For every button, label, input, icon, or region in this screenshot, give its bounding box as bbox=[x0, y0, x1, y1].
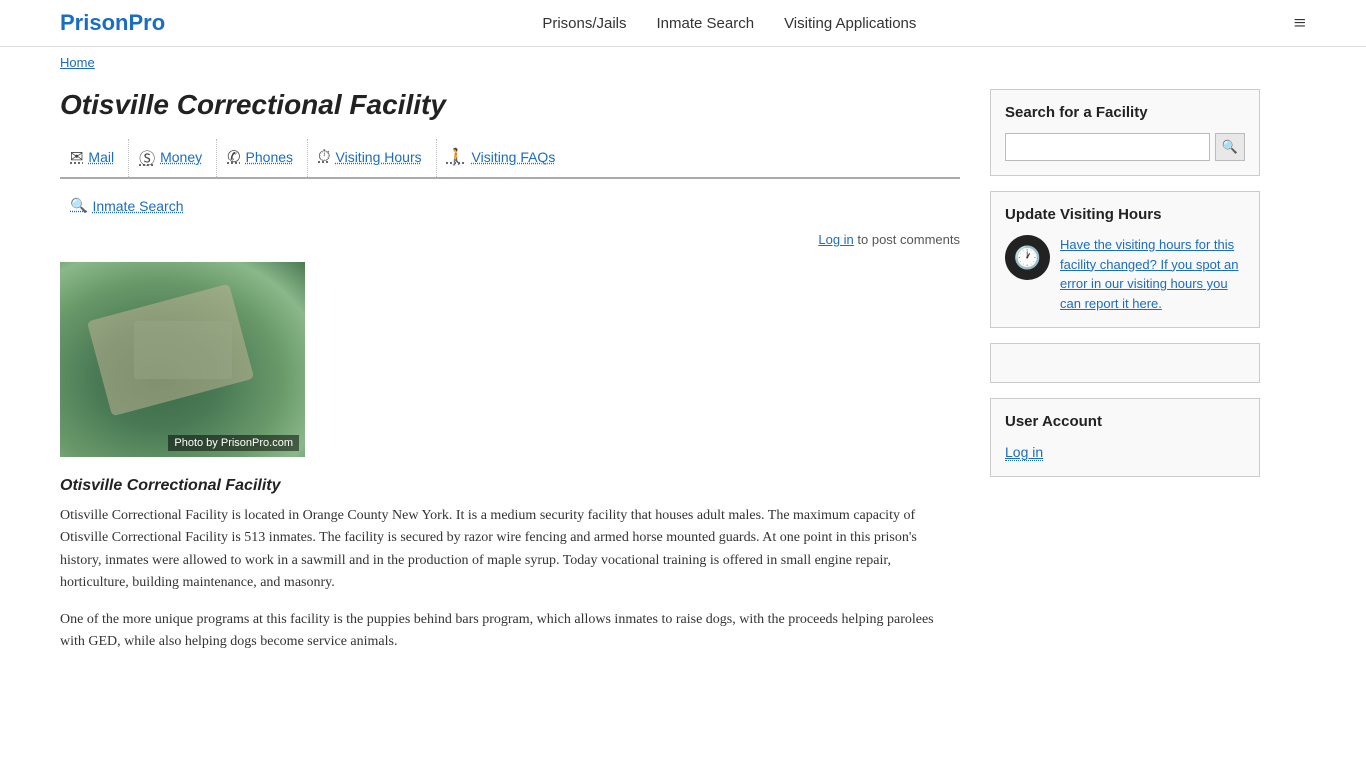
update-visiting-link[interactable]: Have the visiting hours for this facilit… bbox=[1060, 237, 1239, 311]
tab-mail[interactable]: ✉ Mail bbox=[60, 139, 129, 179]
update-visiting-text: Have the visiting hours for this facilit… bbox=[1060, 235, 1245, 313]
user-account-login-link[interactable]: Log in bbox=[1005, 444, 1043, 461]
user-account-title: User Account bbox=[1005, 413, 1245, 430]
clock-symbol: 🕐 bbox=[1014, 245, 1041, 271]
tab-phones-label: Phones bbox=[246, 149, 293, 165]
update-visiting-box: Update Visiting Hours 🕐 Have the visitin… bbox=[990, 191, 1260, 328]
update-clock-icon: 🕐 bbox=[1005, 235, 1050, 280]
description-paragraph-2: One of the more unique programs at this … bbox=[60, 609, 960, 654]
page-title: Otisville Correctional Facility bbox=[60, 89, 960, 121]
breadcrumb-home[interactable]: Home bbox=[60, 55, 95, 70]
tab-visiting-faqs-label: Visiting FAQs bbox=[472, 149, 556, 165]
user-account-box: User Account Log in bbox=[990, 398, 1260, 477]
tab-visiting-faqs[interactable]: 🚶 Visiting FAQs bbox=[437, 139, 570, 179]
facility-subtitle: Otisville Correctional Facility bbox=[60, 477, 960, 495]
tab-money[interactable]: Ⓢ Money bbox=[129, 139, 217, 179]
update-visiting-row: 🕐 Have the visiting hours for this facil… bbox=[1005, 235, 1245, 313]
tab-phones[interactable]: ✆ Phones bbox=[217, 139, 308, 179]
main-layout: Otisville Correctional Facility ✉ Mail Ⓢ… bbox=[0, 79, 1366, 687]
post-comments-login: Log in to post comments bbox=[60, 232, 960, 247]
inmate-search-tab-label: Inmate Search bbox=[92, 198, 183, 214]
login-link-inline[interactable]: Log in bbox=[818, 232, 853, 247]
content-area: Otisville Correctional Facility ✉ Mail Ⓢ… bbox=[60, 89, 960, 667]
sidebar-empty-box bbox=[990, 343, 1260, 383]
facility-image: Photo by PrisonPro.com bbox=[60, 262, 305, 457]
search-facility-input[interactable] bbox=[1005, 133, 1210, 161]
main-nav: Prisons/Jails Inmate Search Visiting App… bbox=[542, 15, 916, 32]
search-facility-title: Search for a Facility bbox=[1005, 104, 1245, 121]
tab-visiting-hours[interactable]: ⏱ Visiting Hours bbox=[308, 139, 437, 179]
description-paragraph-1: Otisville Correctional Facility is locat… bbox=[60, 505, 960, 595]
tab-mail-label: Mail bbox=[88, 149, 114, 165]
facility-description: Otisville Correctional Facility is locat… bbox=[60, 505, 960, 653]
tab-visiting-hours-label: Visiting Hours bbox=[336, 149, 422, 165]
photo-credit: Photo by PrisonPro.com bbox=[168, 435, 299, 451]
search-facility-row: 🔍 bbox=[1005, 133, 1245, 161]
header: PrisonPro Prisons/Jails Inmate Search Vi… bbox=[0, 0, 1366, 47]
clock-icon: ⏱ bbox=[318, 148, 330, 166]
mail-icon: ✉ bbox=[70, 147, 83, 167]
tab-money-label: Money bbox=[160, 149, 202, 165]
search-icon: 🔍 bbox=[1222, 139, 1238, 155]
logo[interactable]: PrisonPro bbox=[60, 10, 165, 36]
breadcrumb: Home bbox=[0, 47, 1366, 79]
search-facility-button[interactable]: 🔍 bbox=[1215, 133, 1245, 161]
post-comments-suffix: to post comments bbox=[854, 232, 960, 247]
update-visiting-title: Update Visiting Hours bbox=[1005, 206, 1245, 223]
aerial-photo bbox=[60, 262, 305, 457]
phone-icon: ✆ bbox=[227, 147, 240, 167]
hamburger-menu-icon[interactable]: ≡ bbox=[1294, 10, 1306, 36]
money-icon: Ⓢ bbox=[139, 145, 155, 169]
nav-visiting-applications[interactable]: Visiting Applications bbox=[784, 15, 916, 32]
walking-person-icon: 🚶 bbox=[447, 147, 467, 167]
inmate-search-tab[interactable]: 🔍 Inmate Search bbox=[60, 189, 960, 224]
search-facility-box: Search for a Facility 🔍 bbox=[990, 89, 1260, 176]
inmate-search-tab-icon: 🔍 bbox=[70, 197, 87, 214]
nav-prisons-jails[interactable]: Prisons/Jails bbox=[542, 15, 626, 32]
nav-inmate-search[interactable]: Inmate Search bbox=[657, 15, 755, 32]
facility-tabs: ✉ Mail Ⓢ Money ✆ Phones ⏱ Visiting Hours… bbox=[60, 139, 960, 179]
sidebar: Search for a Facility 🔍 Update Visiting … bbox=[990, 89, 1260, 667]
